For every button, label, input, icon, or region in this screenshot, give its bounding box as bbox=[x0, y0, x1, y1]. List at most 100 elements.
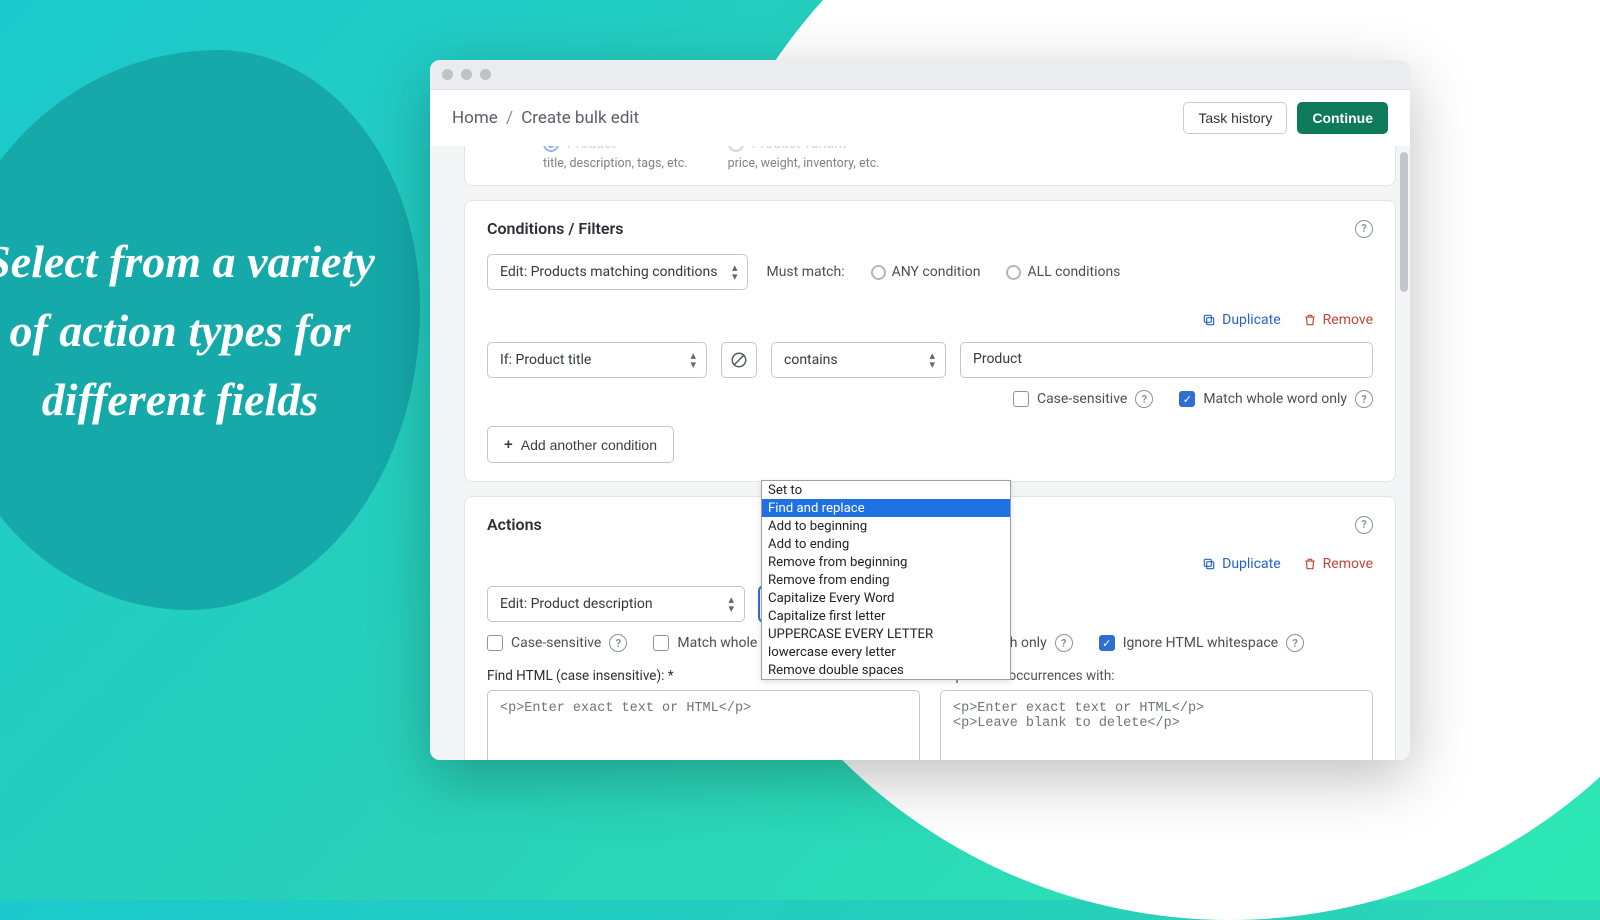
conditions-card: Conditions / Filters ? Edit: Products ma… bbox=[464, 200, 1396, 482]
dropdown-option[interactable]: Capitalize first letter bbox=[762, 607, 1010, 625]
marketing-headline: Select from a variety of action types fo… bbox=[0, 227, 390, 434]
remove-action-button[interactable]: Remove bbox=[1303, 556, 1373, 572]
action-field-select[interactable]: Edit: Product description bbox=[487, 586, 745, 622]
not-icon bbox=[730, 351, 748, 369]
breadcrumb-separator: / bbox=[506, 108, 513, 128]
traffic-dot bbox=[442, 69, 453, 80]
radio-icon bbox=[1006, 265, 1021, 280]
radio-all-label: ALL conditions bbox=[1027, 264, 1120, 280]
radio-icon bbox=[543, 146, 559, 152]
duplicate-icon bbox=[1202, 557, 1216, 571]
remove-label: Remove bbox=[1323, 556, 1373, 572]
radio-icon bbox=[871, 265, 886, 280]
checkbox-icon: ✓ bbox=[1099, 635, 1115, 651]
duplicate-label: Duplicate bbox=[1222, 312, 1281, 328]
app-body: Product title, description, tags, etc. P… bbox=[430, 146, 1410, 760]
actions-title: Actions bbox=[487, 515, 542, 534]
condition-field-value: If: Product title bbox=[500, 352, 591, 368]
dropdown-option[interactable]: Remove from beginning bbox=[762, 553, 1010, 571]
caret-icon bbox=[690, 350, 696, 370]
checkbox-label: Match whole word only bbox=[1203, 391, 1347, 407]
radio-product-label: Product bbox=[567, 146, 616, 152]
checkbox-case-sensitive[interactable]: Case-sensitive ? bbox=[487, 634, 627, 652]
duplicate-icon bbox=[1202, 313, 1216, 327]
checkbox-icon bbox=[653, 635, 669, 651]
action-type-dropdown[interactable]: Set toFind and replaceAdd to beginningAd… bbox=[761, 480, 1011, 680]
dropdown-option[interactable]: Remove double spaces bbox=[762, 661, 1010, 679]
condition-value-input[interactable]: Product bbox=[960, 342, 1373, 378]
caret-icon bbox=[732, 262, 738, 282]
conditions-title: Conditions / Filters bbox=[487, 219, 623, 238]
traffic-dot bbox=[480, 69, 491, 80]
dropdown-option[interactable]: Remove from ending bbox=[762, 571, 1010, 589]
trash-icon bbox=[1303, 313, 1317, 327]
radio-variant[interactable]: Product variant bbox=[728, 146, 880, 152]
breadcrumb: Home / Create bulk edit bbox=[452, 108, 639, 128]
checkbox-label: Case-sensitive bbox=[511, 635, 601, 651]
radio-icon bbox=[728, 146, 744, 152]
dropdown-option[interactable]: Find and replace bbox=[762, 499, 1010, 517]
window-titlebar bbox=[430, 60, 1410, 90]
page-header: Home / Create bulk edit Task history Con… bbox=[430, 90, 1410, 146]
dropdown-option[interactable]: Set to bbox=[762, 481, 1010, 499]
replace-textarea[interactable]: <p>Enter exact text or HTML</p> <p>Leave… bbox=[940, 690, 1373, 760]
checkbox-ignore-html-ws[interactable]: ✓ Ignore HTML whitespace ? bbox=[1099, 634, 1304, 652]
duplicate-action-button[interactable]: Duplicate bbox=[1202, 556, 1281, 572]
checkbox-icon bbox=[487, 635, 503, 651]
condition-value-text: Product bbox=[973, 351, 1022, 367]
scrollbar[interactable] bbox=[1400, 152, 1408, 292]
not-toggle[interactable] bbox=[721, 342, 757, 378]
radio-product[interactable]: Product bbox=[543, 146, 688, 152]
duplicate-condition-button[interactable]: Duplicate bbox=[1202, 312, 1281, 328]
help-icon[interactable]: ? bbox=[609, 634, 627, 652]
remove-label: Remove bbox=[1323, 312, 1373, 328]
headline-blob: Select from a variety of action types fo… bbox=[0, 50, 420, 610]
caret-icon bbox=[728, 594, 734, 614]
breadcrumb-home[interactable]: Home bbox=[452, 108, 498, 128]
help-icon[interactable]: ? bbox=[1355, 516, 1373, 534]
dropdown-option[interactable]: Add to ending bbox=[762, 535, 1010, 553]
action-field-value: Edit: Product description bbox=[500, 596, 653, 612]
condition-operator-select[interactable]: contains bbox=[771, 342, 946, 378]
edit-scope-select[interactable]: Edit: Products matching conditions bbox=[487, 254, 748, 290]
checkbox-whole-word[interactable]: ✓ Match whole word only ? bbox=[1179, 390, 1373, 408]
duplicate-label: Duplicate bbox=[1222, 556, 1281, 572]
edit-scope-value: Edit: Products matching conditions bbox=[500, 264, 717, 280]
remove-condition-button[interactable]: Remove bbox=[1303, 312, 1373, 328]
help-icon[interactable]: ? bbox=[1355, 390, 1373, 408]
checkbox-icon bbox=[1013, 391, 1029, 407]
help-icon[interactable]: ? bbox=[1055, 634, 1073, 652]
dropdown-option[interactable]: Capitalize Every Word bbox=[762, 589, 1010, 607]
find-textarea[interactable]: <p>Enter exact text or HTML</p> bbox=[487, 690, 920, 760]
condition-field-select[interactable]: If: Product title bbox=[487, 342, 707, 378]
radio-variant-label: Product variant bbox=[752, 146, 847, 152]
help-icon[interactable]: ? bbox=[1135, 390, 1153, 408]
task-history-button[interactable]: Task history bbox=[1183, 102, 1287, 134]
must-match-label: Must match: bbox=[766, 264, 844, 280]
radio-any[interactable]: ANY condition bbox=[871, 264, 981, 280]
checkbox-icon: ✓ bbox=[1179, 391, 1195, 407]
condition-operator-value: contains bbox=[784, 352, 838, 368]
trash-icon bbox=[1303, 557, 1317, 571]
checkbox-case-sensitive[interactable]: Case-sensitive ? bbox=[1013, 390, 1153, 408]
plus-icon: + bbox=[504, 436, 513, 453]
app-window: Home / Create bulk edit Task history Con… bbox=[430, 60, 1410, 760]
header-actions: Task history Continue bbox=[1183, 102, 1388, 134]
radio-any-label: ANY condition bbox=[892, 264, 981, 280]
dropdown-option[interactable]: UPPERCASE EVERY LETTER bbox=[762, 625, 1010, 643]
checkbox-label: Case-sensitive bbox=[1037, 391, 1127, 407]
dropdown-option[interactable]: lowercase every letter bbox=[762, 643, 1010, 661]
radio-all[interactable]: ALL conditions bbox=[1006, 264, 1120, 280]
actions-card: Actions ? Duplicate Remove Edit: Pr bbox=[464, 496, 1396, 760]
dropdown-option[interactable]: Add to beginning bbox=[762, 517, 1010, 535]
add-condition-button[interactable]: + Add another condition bbox=[487, 426, 674, 463]
radio-product-sub: title, description, tags, etc. bbox=[543, 156, 688, 171]
breadcrumb-page: Create bulk edit bbox=[521, 108, 639, 128]
caret-icon bbox=[929, 350, 935, 370]
help-icon[interactable]: ? bbox=[1355, 220, 1373, 238]
scroll-area[interactable]: Product title, description, tags, etc. P… bbox=[430, 146, 1410, 760]
radio-variant-sub: price, weight, inventory, etc. bbox=[728, 156, 880, 171]
help-icon[interactable]: ? bbox=[1286, 634, 1304, 652]
continue-button[interactable]: Continue bbox=[1297, 102, 1388, 134]
edit-type-card: Product title, description, tags, etc. P… bbox=[464, 146, 1396, 186]
